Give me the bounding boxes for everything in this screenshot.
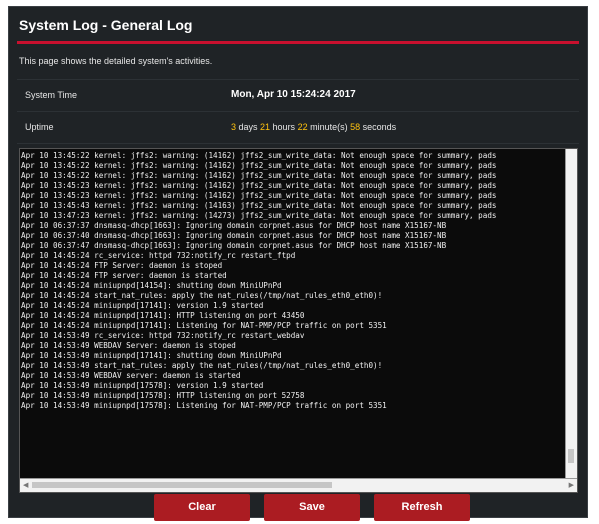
- log-line: Apr 10 14:45:24 rc_service: httpd 732:no…: [21, 251, 296, 260]
- log-line: Apr 10 14:45:24 FTP Server: daemon is st…: [21, 261, 223, 270]
- log-line: Apr 10 13:47:23 kernel: jffs2: warning: …: [21, 211, 497, 220]
- log-line: Apr 10 14:53:49 start_nat_rules: apply t…: [21, 361, 383, 370]
- system-time-value: Mon, Apr 10 15:24:24 2017: [231, 89, 356, 100]
- horizontal-scrollbar[interactable]: ◀ ▶: [20, 478, 577, 492]
- system-time-label: System Time: [25, 90, 78, 100]
- system-time-row: System Time Mon, Apr 10 15:24:24 2017: [17, 79, 579, 112]
- log-line: Apr 10 14:53:49 miniupnpd[17578]: HTTP l…: [21, 391, 305, 400]
- page-title: System Log - General Log: [19, 17, 193, 33]
- title-divider: [17, 41, 579, 44]
- log-line: Apr 10 13:45:23 kernel: jffs2: warning: …: [21, 181, 497, 190]
- scroll-right-icon[interactable]: ▶: [569, 481, 574, 489]
- scroll-left-icon[interactable]: ◀: [23, 481, 28, 489]
- log-line: Apr 10 14:53:49 miniupnpd[17578]: versio…: [21, 381, 264, 390]
- horizontal-scroll-thumb[interactable]: [32, 482, 332, 488]
- log-line: Apr 10 14:45:24 miniupnpd[17141]: Listen…: [21, 321, 387, 330]
- clear-button[interactable]: Clear: [154, 494, 250, 521]
- vertical-scrollbar[interactable]: [565, 149, 577, 478]
- log-textarea[interactable]: Apr 10 13:45:22 kernel: jffs2: warning: …: [19, 148, 578, 493]
- uptime-hours-unit: hours: [270, 122, 298, 132]
- uptime-hours: 21: [260, 122, 271, 132]
- log-line: Apr 10 06:37:40 dnsmasq-dhcp[1663]: Igno…: [21, 231, 447, 240]
- vertical-scroll-thumb[interactable]: [568, 449, 574, 463]
- log-line: Apr 10 14:53:49 WEBDAV server: daemon is…: [21, 371, 241, 380]
- save-button[interactable]: Save: [264, 494, 360, 521]
- uptime-value: 3 days 21 hours 22 minute(s) 58 seconds: [231, 122, 396, 132]
- info-table: System Time Mon, Apr 10 15:24:24 2017 Up…: [17, 79, 579, 144]
- log-line: Apr 10 06:37:47 dnsmasq-dhcp[1663]: Igno…: [21, 241, 447, 250]
- log-line: Apr 10 14:45:24 start_nat_rules: apply t…: [21, 291, 383, 300]
- log-line: Apr 10 14:45:24 FTP server: daemon is st…: [21, 271, 227, 280]
- log-line: Apr 10 14:53:49 rc_service: httpd 732:no…: [21, 331, 305, 340]
- log-line: Apr 10 14:45:24 miniupnpd[14154]: shutti…: [21, 281, 282, 290]
- log-line: Apr 10 13:45:22 kernel: jffs2: warning: …: [21, 161, 497, 170]
- refresh-button[interactable]: Refresh: [374, 494, 470, 521]
- log-line: Apr 10 14:45:24 miniupnpd[17141]: HTTP l…: [21, 311, 305, 320]
- log-content: Apr 10 13:45:22 kernel: jffs2: warning: …: [21, 151, 565, 476]
- uptime-label: Uptime: [25, 122, 54, 132]
- uptime-minutes: 22: [297, 122, 308, 132]
- log-line: Apr 10 06:37:37 dnsmasq-dhcp[1663]: Igno…: [21, 221, 447, 230]
- system-log-panel: System Log - General Log This page shows…: [8, 6, 588, 518]
- log-line: Apr 10 13:45:43 kernel: jffs2: warning: …: [21, 201, 497, 210]
- log-line: Apr 10 13:45:23 kernel: jffs2: warning: …: [21, 191, 497, 200]
- log-line: Apr 10 13:45:22 kernel: jffs2: warning: …: [21, 151, 497, 160]
- uptime-row: Uptime 3 days 21 hours 22 minute(s) 58 s…: [17, 112, 579, 144]
- log-line: Apr 10 13:45:22 kernel: jffs2: warning: …: [21, 171, 497, 180]
- log-line: Apr 10 14:53:49 WEBDAV Server: daemon is…: [21, 341, 236, 350]
- uptime-seconds-unit: seconds: [360, 122, 397, 132]
- uptime-days-unit: days: [236, 122, 261, 132]
- uptime-minutes-unit: minute(s): [307, 122, 351, 132]
- log-line: Apr 10 14:53:49 miniupnpd[17141]: shutti…: [21, 351, 282, 360]
- log-line: Apr 10 14:53:49 miniupnpd[17578]: Listen…: [21, 401, 387, 410]
- uptime-seconds: 58: [350, 122, 361, 132]
- log-line: Apr 10 14:45:24 miniupnpd[17141]: versio…: [21, 301, 264, 310]
- page-description: This page shows the detailed system's ac…: [19, 56, 213, 66]
